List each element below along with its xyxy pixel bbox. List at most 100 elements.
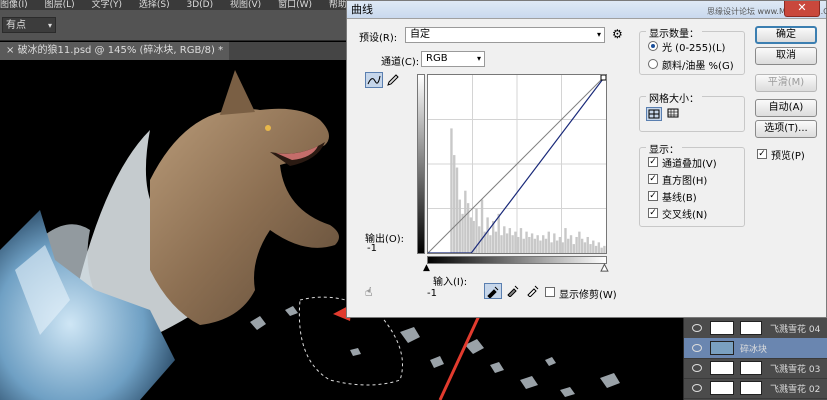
white-point-slider[interactable]: ▲ <box>601 263 609 274</box>
channel-overlay-checkbox[interactable]: ✓ <box>648 157 658 167</box>
menu-item-type[interactable]: 文字(Y) <box>91 0 122 10</box>
output-value: -1 <box>367 243 377 254</box>
eyedropper-gray-icon <box>507 285 519 298</box>
curve-plot <box>427 74 607 254</box>
histogram-bar <box>558 236 562 253</box>
input-label: 输入(I): <box>433 277 468 288</box>
menu-item-select[interactable]: 选择(S) <box>139 0 170 10</box>
baseline-checkbox[interactable]: ✓ <box>648 191 658 201</box>
preview-label: 预览(P) <box>771 151 805 162</box>
histogram-bar <box>553 233 556 253</box>
eye-icon[interactable] <box>692 344 702 352</box>
preset-options-gear-icon[interactable]: ⚙ <box>612 27 623 41</box>
targeted-adjustment-hand-icon[interactable]: ☝ <box>365 285 372 299</box>
eye-icon[interactable] <box>692 324 702 332</box>
grid-size-title: 网格大小： <box>646 90 702 105</box>
histogram-bar <box>569 235 573 253</box>
menu-item-window[interactable]: 窗口(W) <box>278 0 312 10</box>
menu-bar: 图像(I) 图层(L) 文字(Y) 选择(S) 3D(D) 视图(V) 窗口(W… <box>0 0 350 10</box>
show-clipping-checkbox[interactable] <box>545 287 555 297</box>
histogram-bar <box>511 235 514 253</box>
layer-row[interactable]: 飞溅雪花 03 <box>684 358 827 379</box>
close-icon[interactable]: ✕ <box>784 1 820 17</box>
document-tab-bar: × 破冰的狼11.psd @ 145% (碎冰块, RGB/8) * <box>0 42 350 60</box>
black-point-slider[interactable]: ▲ <box>423 263 430 273</box>
document-tab[interactable]: × 破冰的狼11.psd @ 145% (碎冰块, RGB/8) * <box>0 42 230 60</box>
histogram-bar <box>597 242 601 253</box>
menu-item-view[interactable]: 视图(V) <box>230 0 261 10</box>
ok-button[interactable]: 确定 <box>755 26 817 44</box>
preset-select[interactable]: 自定 ▾ <box>405 27 605 43</box>
layer-mask-thumbnail <box>740 321 762 335</box>
layer-name: 飞溅雪花 03 <box>770 365 821 375</box>
curve-graph[interactable] <box>427 74 607 254</box>
menu-item-image[interactable]: 图像(I) <box>0 0 28 10</box>
gray-point-eyedropper[interactable] <box>505 283 521 299</box>
layer-row[interactable]: 飞溅雪花 02 <box>684 378 827 399</box>
dialog-title: 曲线 <box>351 3 373 16</box>
eyedropper-black-icon <box>487 286 499 299</box>
display-amount-title: 显示数量： <box>646 25 702 40</box>
layer-mask-thumbnail <box>740 361 762 375</box>
grid-size-group: 网格大小： <box>639 90 745 132</box>
histogram-bar <box>578 231 581 253</box>
histogram-bar <box>514 231 517 253</box>
options-button[interactable]: 选项(T)... <box>755 120 817 138</box>
curve-point-tool[interactable] <box>365 72 383 88</box>
histogram-bar <box>547 231 550 253</box>
preview-checkbox[interactable]: ✓ <box>757 149 767 159</box>
histogram-bar <box>589 244 592 253</box>
sample-size-select[interactable]: 有点 ▾ <box>2 17 56 33</box>
smooth-button[interactable]: 平滑(M) <box>755 74 817 92</box>
menu-item-layer[interactable]: 图层(L) <box>45 0 75 10</box>
layer-row-active[interactable]: 碎冰块 <box>684 338 827 359</box>
chevron-down-icon: ▾ <box>476 54 481 63</box>
histogram-bar <box>469 217 473 253</box>
curve-control-point <box>600 74 607 81</box>
light-radio[interactable] <box>648 41 658 51</box>
options-bar: 有点 ▾ <box>0 10 350 41</box>
histogram-bar <box>453 155 456 253</box>
channel-select[interactable]: RGB ▾ <box>421 51 485 67</box>
detailed-grid-button[interactable] <box>666 107 682 121</box>
histogram-bar <box>600 247 603 253</box>
intersection-line-checkbox[interactable]: ✓ <box>648 208 658 218</box>
input-value: -1 <box>427 288 437 299</box>
channel-value: RGB <box>426 53 448 64</box>
histogram-bar <box>561 242 564 253</box>
grid-4x4-icon <box>648 109 660 119</box>
pigment-radio[interactable] <box>648 59 658 69</box>
histogram-bar <box>497 213 500 253</box>
eye-icon[interactable] <box>692 384 702 392</box>
histogram-bar <box>464 190 467 253</box>
simple-grid-button[interactable] <box>646 107 662 121</box>
histogram-bar <box>525 231 528 253</box>
histogram-bar <box>503 226 506 253</box>
histogram-bar <box>486 217 489 253</box>
dialog-titlebar[interactable]: 曲线 思缘设计论坛 www.MISSYUAN.COM ✕ <box>347 1 827 19</box>
histogram-bar <box>555 240 559 253</box>
pencil-tool[interactable] <box>385 72 399 88</box>
histogram-bar <box>564 228 567 253</box>
curves-dialog: 曲线 思缘设计论坛 www.MISSYUAN.COM ✕ 预设(R): 自定 ▾… <box>346 0 827 318</box>
histogram-checkbox[interactable]: ✓ <box>648 174 658 184</box>
menu-item-3d[interactable]: 3D(D) <box>187 0 214 10</box>
histogram-bar <box>544 238 548 253</box>
auto-button[interactable]: 自动(A) <box>755 99 817 117</box>
layer-row[interactable]: 飞溅雪花 04 <box>684 318 827 339</box>
layer-name: 碎冰块 <box>740 345 768 355</box>
histogram-bar <box>480 199 484 253</box>
eye-icon[interactable] <box>692 364 702 372</box>
black-point-eyedropper[interactable] <box>484 283 502 299</box>
cancel-button[interactable]: 取消 <box>755 47 817 65</box>
display-title: 显示： <box>646 141 682 156</box>
layer-thumbnail <box>710 361 734 375</box>
histogram-bar <box>519 228 523 253</box>
white-point-eyedropper[interactable] <box>525 283 541 299</box>
histogram-bar <box>542 235 545 253</box>
histogram-bar <box>458 199 461 253</box>
histogram-bar <box>528 236 531 253</box>
light-radio-label: 光 (0-255)(L) <box>662 43 726 54</box>
preset-value: 自定 <box>410 29 430 40</box>
close-icon[interactable]: × <box>6 45 18 56</box>
